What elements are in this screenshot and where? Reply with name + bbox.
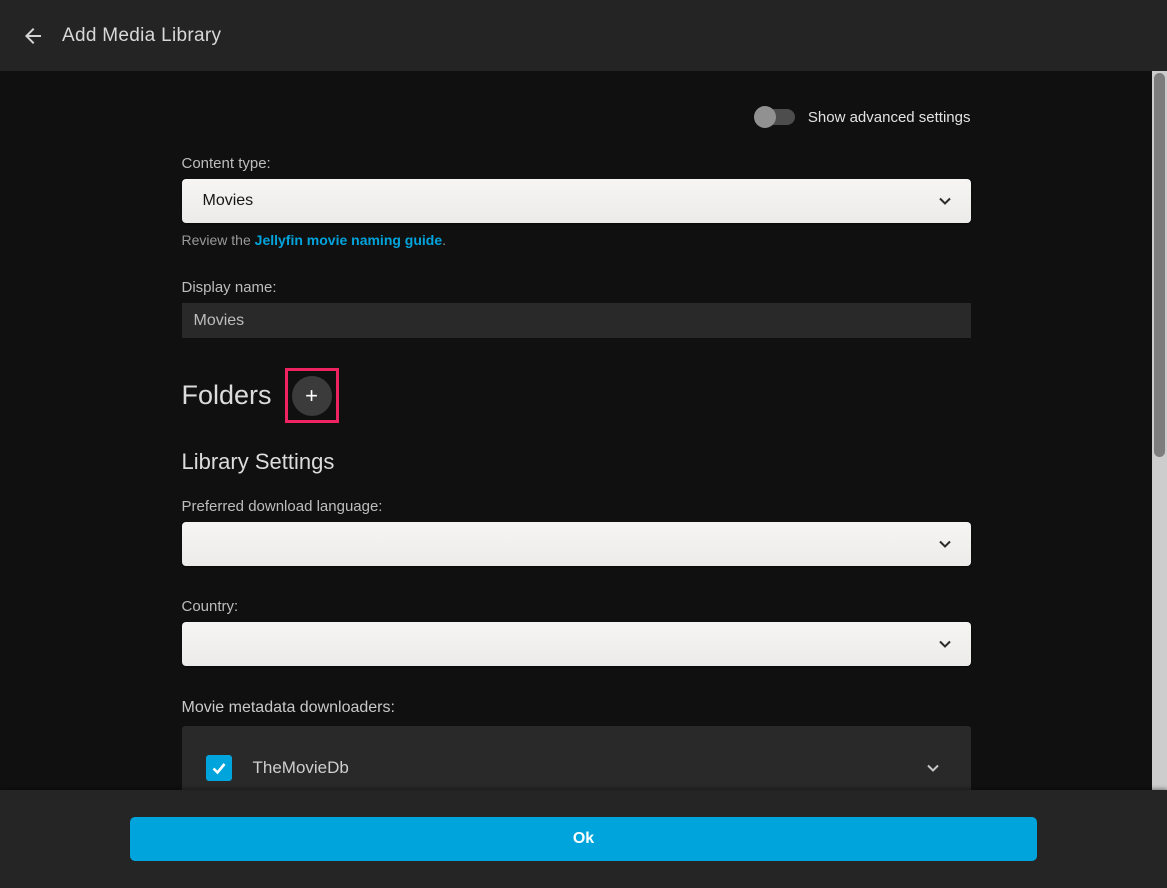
country-label: Country:	[182, 598, 971, 615]
chevron-down-icon	[936, 535, 954, 553]
helper-prefix: Review the	[182, 232, 255, 248]
naming-guide-link[interactable]: Jellyfin movie naming guide	[255, 232, 442, 248]
library-settings-heading: Library Settings	[182, 449, 971, 475]
chevron-down-icon	[936, 635, 954, 653]
vertical-scrollbar[interactable]	[1152, 71, 1167, 790]
display-name-input[interactable]	[182, 303, 971, 338]
themoviedb-label: TheMovieDb	[253, 758, 349, 778]
chevron-down-icon	[936, 192, 954, 210]
folders-section: Folders +	[182, 368, 971, 423]
themoviedb-checkbox[interactable]	[206, 755, 232, 781]
check-icon	[210, 759, 228, 777]
preferred-language-select[interactable]	[182, 522, 971, 566]
display-name-label: Display name:	[182, 279, 971, 296]
naming-guide-helper: Review the Jellyfin movie naming guide.	[182, 232, 971, 248]
add-media-library-page: Add Media Library Show advanced settings…	[0, 0, 1167, 888]
chevron-down-icon	[923, 758, 943, 778]
plus-icon: +	[305, 385, 318, 407]
metadata-downloader-panel: TheMovieDb	[182, 726, 971, 790]
form-scroll-area: Show advanced settings Content type: Mov…	[0, 71, 1152, 790]
helper-suffix: .	[442, 232, 446, 248]
toggle-knob	[754, 106, 776, 128]
content-type-label: Content type:	[182, 155, 971, 172]
header-bar: Add Media Library	[0, 0, 1167, 71]
content-type-value: Movies	[203, 192, 936, 210]
folders-heading: Folders	[182, 380, 272, 411]
row-expand-control[interactable]	[923, 758, 943, 778]
metadata-downloaders-label: Movie metadata downloaders:	[182, 699, 971, 717]
page-title: Add Media Library	[62, 25, 221, 47]
preferred-language-label: Preferred download language:	[182, 498, 971, 515]
advanced-settings-toggle[interactable]	[754, 106, 795, 128]
advanced-settings-row: Show advanced settings	[182, 71, 971, 128]
advanced-settings-label: Show advanced settings	[808, 109, 971, 126]
metadata-downloader-row: TheMovieDb	[182, 726, 971, 781]
add-folder-button[interactable]: +	[285, 368, 339, 423]
back-button[interactable]	[11, 14, 55, 58]
arrow-left-icon	[21, 24, 45, 48]
footer-bar: Ok	[0, 790, 1167, 888]
content-type-select[interactable]: Movies	[182, 179, 971, 223]
add-folder-circle: +	[292, 376, 332, 416]
country-select[interactable]	[182, 622, 971, 666]
scrollbar-thumb[interactable]	[1154, 73, 1165, 457]
ok-button[interactable]: Ok	[130, 817, 1037, 861]
